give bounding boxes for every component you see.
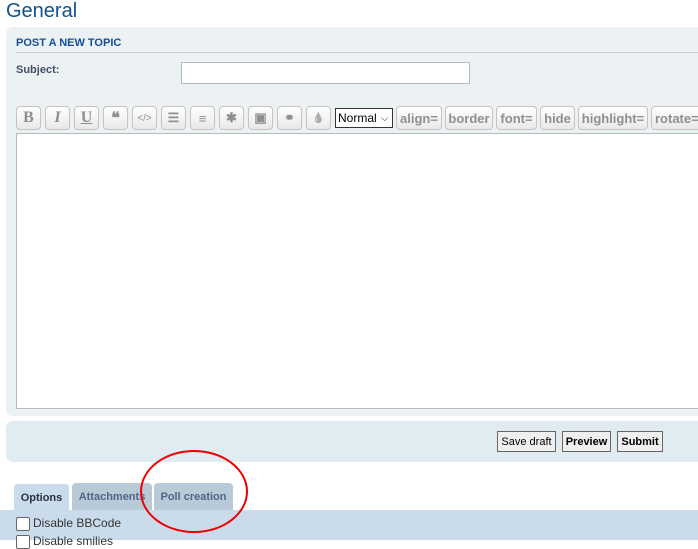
divider: [16, 52, 698, 53]
border-button[interactable]: border: [445, 106, 493, 130]
bold-button[interactable]: B: [16, 106, 41, 130]
list-button[interactable]: ☰: [161, 106, 186, 130]
disable-bbcode-checkbox[interactable]: [16, 517, 30, 531]
image-button[interactable]: ▣: [248, 106, 273, 130]
subject-input[interactable]: [181, 62, 470, 84]
form-heading: POST A NEW TOPIC: [16, 37, 122, 49]
link-button[interactable]: ⚭: [277, 106, 302, 130]
italic-button[interactable]: I: [45, 106, 70, 130]
subject-label: Subject:: [16, 64, 60, 76]
align-button[interactable]: align=: [396, 106, 442, 130]
preview-button[interactable]: Preview: [562, 431, 611, 452]
hide-button[interactable]: hide: [540, 106, 575, 130]
code-button[interactable]: </>: [132, 106, 157, 130]
save-draft-button[interactable]: Save draft: [497, 431, 556, 452]
font-size-select[interactable]: Normal ⌵: [335, 108, 393, 128]
disable-smilies-label: Disable smilies: [33, 534, 114, 548]
disable-smilies-checkbox[interactable]: [16, 535, 30, 549]
font-button[interactable]: font=: [496, 106, 537, 130]
disable-bbcode-label: Disable BBCode: [33, 516, 122, 530]
color-button[interactable]: 💧: [306, 106, 331, 130]
message-textarea[interactable]: [16, 133, 698, 409]
font-size-value: Normal: [338, 111, 377, 125]
tab-options[interactable]: Options: [13, 483, 70, 511]
chevron-down-icon: ⌵: [381, 112, 388, 123]
underline-button[interactable]: U: [74, 106, 99, 130]
annotation-circle: [140, 450, 248, 533]
submit-button[interactable]: Submit: [617, 431, 663, 452]
rotate-button[interactable]: rotate=: [651, 106, 698, 130]
highlight-button[interactable]: highlight=: [578, 106, 648, 130]
page-title: General: [6, 0, 78, 22]
list-item-button[interactable]: ✱: [219, 106, 244, 130]
quote-button[interactable]: ❝: [103, 106, 128, 130]
ordered-list-button[interactable]: ≡: [190, 106, 215, 130]
